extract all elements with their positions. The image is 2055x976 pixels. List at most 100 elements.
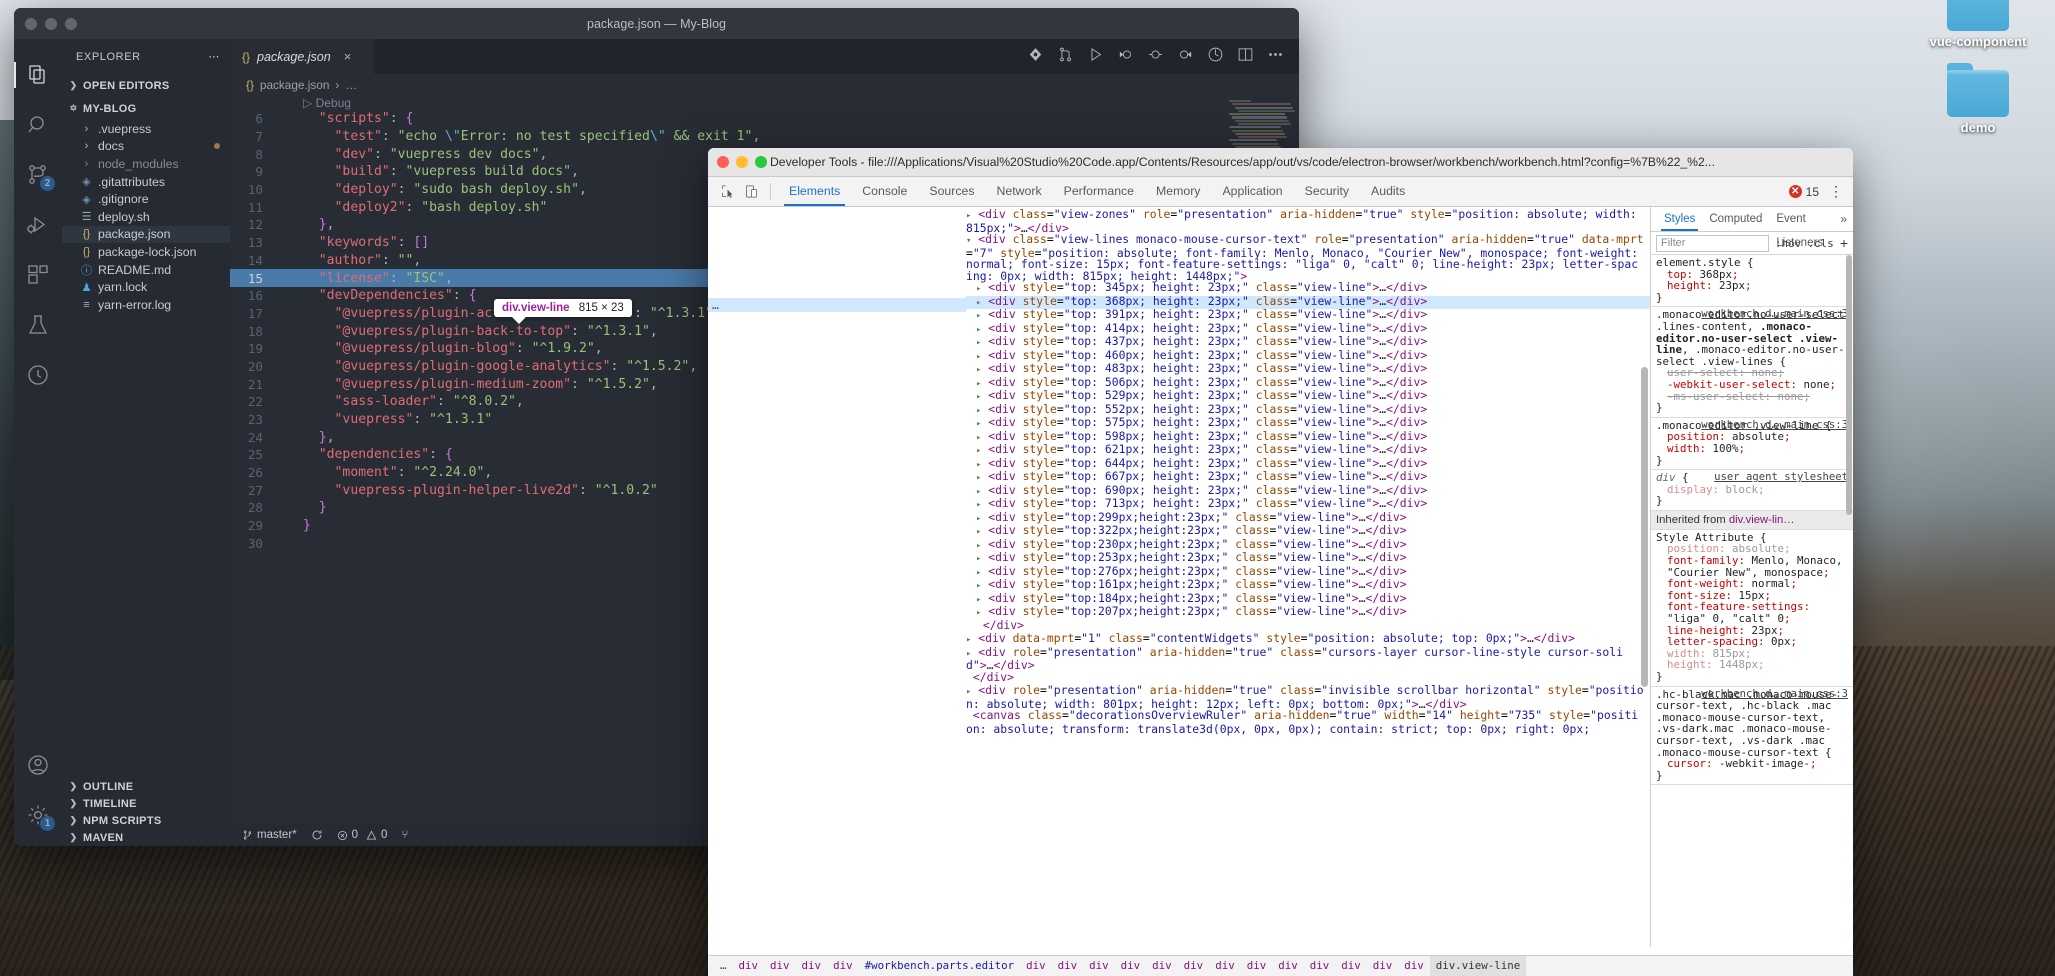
dom-tree-panel[interactable]: … ▸ <div class="view-zones" role="presen… [708, 207, 1650, 947]
expand-triangle-icon[interactable]: ▸ [976, 325, 981, 335]
css-value[interactable]: 100% [1713, 442, 1739, 455]
more-menu-icon[interactable]: ⋮ [1829, 183, 1843, 200]
codelens-debug[interactable]: ▷ Debug [303, 96, 351, 110]
css-property[interactable]: font-family: Menlo, Monaco, "Courier New… [1656, 555, 1848, 578]
expand-triangle-icon[interactable]: ▸ [976, 379, 981, 389]
expand-triangle-icon[interactable]: ▸ [976, 527, 981, 537]
status-problems[interactable]: 0 0 [337, 829, 387, 841]
breadcrumb-node[interactable]: div [733, 956, 765, 976]
breadcrumb-node[interactable]: div [1398, 956, 1430, 976]
circle-icon[interactable] [1147, 46, 1164, 68]
expand-triangle-icon[interactable]: ▸ [976, 568, 981, 578]
file-tree-item[interactable]: {} package-lock.json [62, 243, 230, 261]
css-source-link[interactable]: workbench.d….main.css:3 [1701, 309, 1848, 321]
close-button[interactable] [717, 156, 729, 168]
source-control-compare-icon[interactable] [1057, 46, 1074, 68]
close-icon[interactable]: × [344, 49, 352, 64]
styles-more-tabs-icon[interactable]: » [1840, 212, 1853, 226]
expand-triangle-icon[interactable]: ▸ [976, 298, 981, 308]
styles-scrollbar[interactable] [1846, 255, 1852, 515]
tab-package-json[interactable]: {} package.json × [230, 39, 374, 74]
inspect-element-icon[interactable] [715, 180, 739, 203]
sidebar-more-icon[interactable]: ⋯ [208, 50, 220, 63]
status-bell-icon[interactable]: ⑂ [401, 829, 408, 841]
devtools-tab-elements[interactable]: Elements [778, 177, 851, 206]
expand-triangle-icon[interactable]: ▸ [976, 460, 981, 470]
css-property[interactable]: cursor: -webkit-image-; [1656, 758, 1848, 770]
file-tree-item[interactable]: ≡ yarn-error.log [62, 296, 230, 314]
expand-triangle-icon[interactable]: ▸ [976, 392, 981, 402]
devtools-tab-application[interactable]: Application [1211, 177, 1293, 206]
css-value[interactable]: -webkit-image- [1719, 757, 1810, 770]
minimize-button[interactable] [736, 156, 748, 168]
breadcrumb-node[interactable]: … [714, 956, 733, 976]
expand-triangle-icon[interactable]: ▸ [976, 608, 981, 618]
expand-triangle-icon[interactable]: ▸ [976, 500, 981, 510]
run-icon[interactable] [1087, 46, 1104, 68]
device-toolbar-icon[interactable] [739, 180, 763, 203]
file-tree-item[interactable]: ◈ .gitignore [62, 190, 230, 208]
desktop-folder-demo[interactable]: demo [1918, 63, 2038, 135]
styles-filter-input[interactable]: Filter [1656, 234, 1769, 252]
expand-triangle-icon[interactable]: ▸ [976, 473, 981, 483]
expand-triangle-icon[interactable]: ▸ [976, 406, 981, 416]
css-value[interactable]: none [1778, 390, 1804, 403]
breadcrumb-more[interactable]: … [345, 78, 357, 92]
expand-triangle-icon[interactable]: ▸ [976, 433, 981, 443]
expand-triangle-icon[interactable]: ▸ [976, 541, 981, 551]
breadcrumb-node[interactable]: div.view-line [1429, 956, 1527, 976]
extensions-icon[interactable] [14, 250, 62, 300]
css-value[interactable]: none [1804, 378, 1830, 391]
sidebar-section-my-blog[interactable]: ✡ MY-BLOG [62, 97, 230, 120]
file-tree-item[interactable]: › docs [62, 138, 230, 156]
sidebar-section-timeline[interactable]: ❯ TIMELINE [62, 795, 230, 812]
devtools-tab-network[interactable]: Network [986, 177, 1053, 206]
breadcrumb-node[interactable]: div [1304, 956, 1336, 976]
devtools-tab-security[interactable]: Security [1294, 177, 1360, 206]
status-sync-icon[interactable] [311, 829, 323, 841]
breadcrumb-node[interactable]: div [1367, 956, 1399, 976]
expand-triangle-icon[interactable]: ▸ [976, 446, 981, 456]
breadcrumb-node[interactable]: div [1146, 956, 1178, 976]
breadcrumb[interactable]: {} package.json › … [230, 74, 1299, 96]
css-property[interactable]: -ms-user-select: none; [1656, 390, 1848, 403]
expand-triangle-icon[interactable]: ▸ [976, 352, 981, 362]
maximize-button[interactable] [755, 156, 767, 168]
css-value[interactable]: block [1726, 483, 1759, 496]
css-property[interactable]: display: block; [1656, 483, 1848, 496]
desktop-folder-vue-component[interactable]: vue-component [1918, 0, 2038, 49]
sidebar-section-maven[interactable]: ❯ MAVEN [62, 829, 230, 846]
expand-triangle-icon[interactable]: ▸ [976, 311, 981, 321]
breadcrumb-node[interactable]: div [1115, 956, 1147, 976]
expand-triangle-icon[interactable]: ▾ [966, 236, 971, 246]
testing-icon[interactable] [14, 300, 62, 350]
css-source-link[interactable]: workbench.d….main.css:3 [1701, 419, 1848, 432]
devtools-tab-sources[interactable]: Sources [918, 177, 985, 206]
expand-triangle-icon[interactable]: ▸ [976, 284, 981, 294]
css-value[interactable]: Menlo, Monaco, "Courier New", monospace [1667, 554, 1843, 579]
css-value[interactable]: 23px [1719, 279, 1745, 292]
expand-triangle-icon[interactable]: ▸ [976, 487, 981, 497]
expand-triangle-icon[interactable]: ▸ [976, 338, 981, 348]
sidebar-section-npm-scripts[interactable]: ❯ NPM SCRIPTS [62, 812, 230, 829]
breadcrumb-node[interactable]: div [764, 956, 796, 976]
file-tree-item[interactable]: ☰ deploy.sh [62, 208, 230, 226]
devtools-tab-performance[interactable]: Performance [1053, 177, 1145, 206]
devtools-tab-memory[interactable]: Memory [1145, 177, 1211, 206]
file-tree-item[interactable]: ♟ yarn.lock [62, 278, 230, 296]
css-value[interactable]: 0px [1771, 635, 1791, 648]
dom-tree-scrollbar[interactable] [1641, 367, 1648, 687]
breadcrumb-node[interactable]: div [1083, 956, 1115, 976]
expand-triangle-icon[interactable]: ▸ [976, 595, 981, 605]
styles-tab-event-listeners[interactable]: Event Listeners [1769, 207, 1840, 249]
breadcrumb-node[interactable]: div [1209, 956, 1241, 976]
code-line[interactable]: 6 "scripts": { [230, 110, 1299, 128]
settings-gear-icon[interactable]: 1 [14, 790, 62, 840]
status-branch[interactable]: master* [242, 829, 297, 841]
breadcrumb-node[interactable]: div [1020, 956, 1052, 976]
breadcrumb-node[interactable]: div [827, 956, 859, 976]
sidebar-section-outline[interactable]: ❯ OUTLINE [62, 778, 230, 795]
css-property[interactable]: height: 1448px; [1656, 659, 1848, 671]
expand-triangle-icon[interactable]: ▸ [976, 514, 981, 524]
breadcrumb-file[interactable]: package.json [260, 78, 330, 92]
